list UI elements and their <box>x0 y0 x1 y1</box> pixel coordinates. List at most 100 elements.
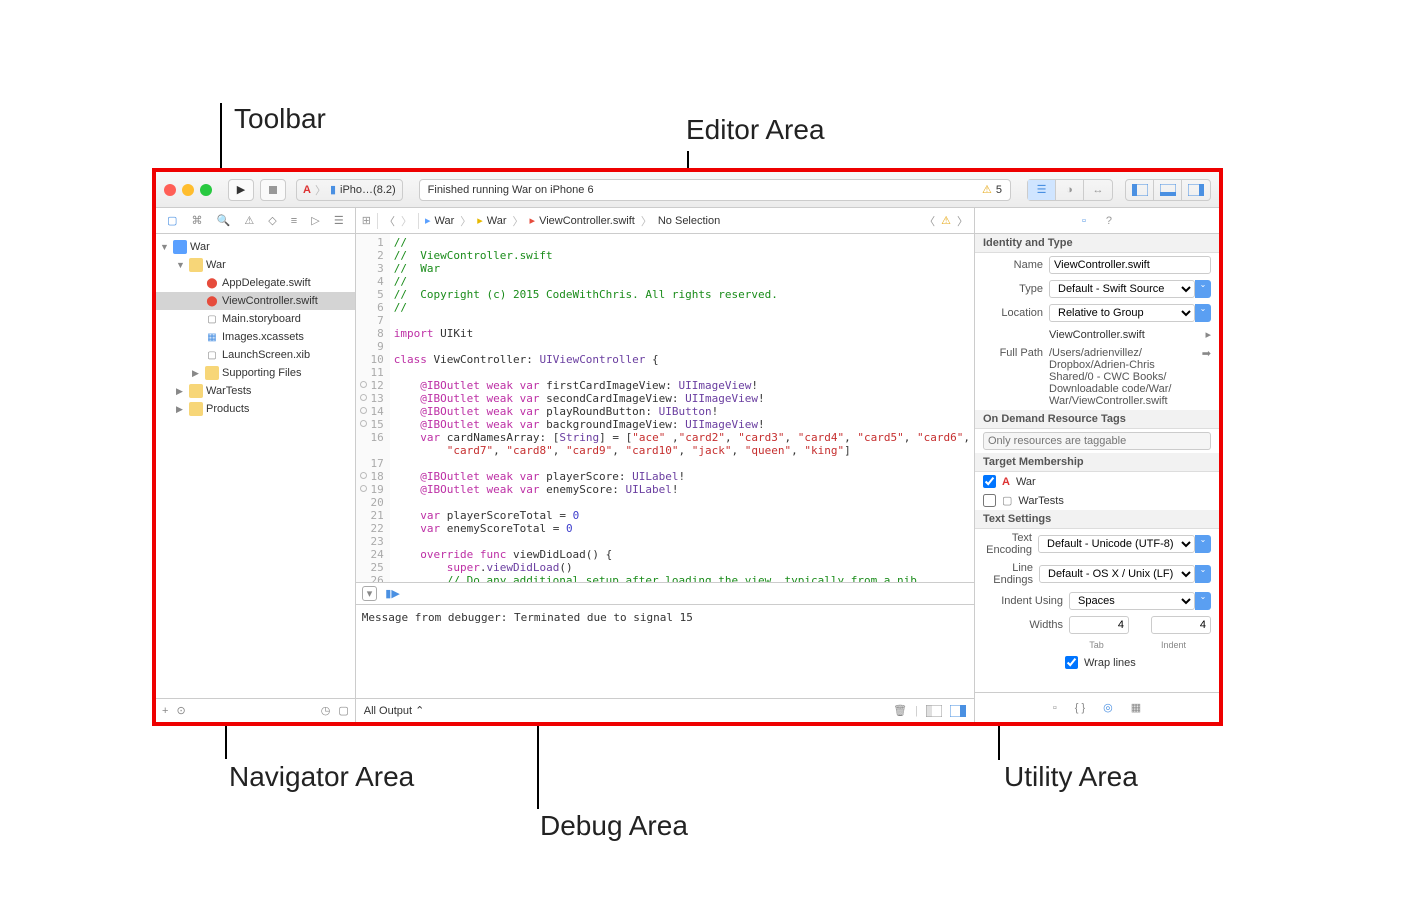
file-inspector-tab[interactable]: ▫ <box>1082 215 1086 227</box>
console-output[interactable]: Message from debugger: Terminated due to… <box>356 605 974 698</box>
debug-toolbar: ▾ ▮▶ <box>356 583 974 605</box>
tree-item[interactable]: ▶Products <box>156 400 355 418</box>
choose-location-icon[interactable]: ▸ <box>1205 328 1211 341</box>
variables-pane-toggle[interactable] <box>926 705 942 717</box>
tab-width-field[interactable] <box>1069 616 1129 634</box>
project-tree[interactable]: ▼War▼War⬤AppDelegate.swift⬤ViewControlle… <box>156 234 355 698</box>
target-wartests-checkbox[interactable] <box>983 494 996 507</box>
editor-area[interactable]: 1234567891011121314151617181920212223242… <box>356 234 974 582</box>
back-button[interactable]: 〈 <box>384 213 395 229</box>
encoding-select[interactable]: Default - Unicode (UTF-8) <box>1038 535 1195 553</box>
tree-item[interactable]: ⬤AppDelegate.swift <box>156 274 355 292</box>
assistant-editor-icon[interactable]: ◑ <box>1056 180 1084 200</box>
xcode-window: ▶ A 〉 ▮ iPho…(8.2) Finished running War … <box>152 168 1223 726</box>
jump-bar[interactable]: ⊞ 〈 〉 ▸ War 〉 ▸ War 〉 ▸ ViewController.s… <box>356 208 974 234</box>
tree-item[interactable]: ▶Supporting Files <box>156 364 355 382</box>
location-select[interactable]: Relative to Group <box>1049 304 1195 322</box>
issue-navigator-tab[interactable]: ⚠ <box>244 214 254 227</box>
target-membership-header: Target Membership <box>975 453 1219 472</box>
name-field[interactable] <box>1049 256 1211 274</box>
toggle-debug-button[interactable] <box>1154 180 1182 200</box>
recent-filter-icon[interactable]: ◷ <box>321 704 331 717</box>
next-issue-button[interactable]: 〉 <box>957 213 968 229</box>
device-icon: ▮ <box>330 183 336 196</box>
breakpoint-navigator-tab[interactable]: ▷ <box>311 214 319 227</box>
indent-using-select[interactable]: Spaces <box>1069 592 1195 610</box>
warning-count[interactable]: 5 <box>996 184 1002 196</box>
console-pane-toggle[interactable] <box>950 705 966 717</box>
library-tabs: ▫ { } ◎ ▦ <box>975 692 1219 722</box>
navigator-tabs: ▢ ⌘ 🔍 ⚠ ◇ ≡ ▷ ☰ <box>156 208 355 234</box>
hide-debug-icon[interactable]: ▾ <box>362 586 378 601</box>
fullscreen-window-button[interactable] <box>200 184 212 196</box>
annotation-navigator: Navigator Area <box>229 761 414 793</box>
scheme-selector[interactable]: A 〉 ▮ iPho…(8.2) <box>296 179 403 201</box>
target-war-checkbox[interactable] <box>983 475 996 488</box>
breadcrumb[interactable]: ▸ War 〉 ▸ War 〉 ▸ ViewController.swift 〉… <box>425 213 720 229</box>
close-window-button[interactable] <box>164 184 176 196</box>
play-icon: ▶ <box>237 183 245 196</box>
toggle-navigator-button[interactable] <box>1126 180 1154 200</box>
project-navigator-tab[interactable]: ▢ <box>167 214 177 227</box>
warning-icon[interactable]: ⚠ <box>982 183 992 196</box>
proj-icon: ▸ <box>425 214 431 227</box>
toggle-utility-button[interactable] <box>1182 180 1210 200</box>
annotation-toolbar: Toolbar <box>234 103 326 135</box>
minimize-window-button[interactable] <box>182 184 194 196</box>
prev-issue-button[interactable]: 〈 <box>924 213 935 229</box>
text-settings-header: Text Settings <box>975 510 1219 529</box>
tree-item[interactable]: ▼War <box>156 256 355 274</box>
tree-item[interactable]: ⬤ViewController.swift <box>156 292 355 310</box>
tree-item[interactable]: ▼War <box>156 238 355 256</box>
full-path: /Users/adrienvillez/ Dropbox/Adrien-Chri… <box>1049 347 1196 407</box>
annotation-debug: Debug Area <box>540 810 688 842</box>
run-button[interactable]: ▶ <box>228 179 254 201</box>
media-library-icon[interactable]: ▦ <box>1131 701 1141 714</box>
toolbar: ▶ A 〉 ▮ iPho…(8.2) Finished running War … <box>156 172 1219 208</box>
clear-console-icon[interactable]: 🗑 <box>893 704 907 717</box>
reveal-path-icon[interactable]: ➡ <box>1202 347 1211 360</box>
line-gutter[interactable]: 1234567891011121314151617181920212223242… <box>356 234 390 582</box>
code-content[interactable]: //// ViewController.swift// War//// Copy… <box>390 234 974 582</box>
line-endings-select[interactable]: Default - OS X / Unix (LF) <box>1039 565 1195 583</box>
editor-mode-selector[interactable]: ☰ ◑ ↔ <box>1027 179 1113 201</box>
version-editor-icon[interactable]: ↔ <box>1084 180 1112 200</box>
tree-item[interactable]: ▶WarTests <box>156 382 355 400</box>
panel-toggles <box>1125 179 1211 201</box>
debug-area: ▾ ▮▶ Message from debugger: Terminated d… <box>356 582 974 722</box>
type-select[interactable]: Default - Swift Source <box>1049 280 1195 298</box>
app-icon: A <box>303 184 311 196</box>
related-items-icon[interactable]: ⊞ <box>362 214 371 227</box>
breakpoint-toggle-icon[interactable]: ▮▶ <box>385 587 400 600</box>
tree-item[interactable]: ▢LaunchScreen.xib <box>156 346 355 364</box>
symbol-navigator-tab[interactable]: ⌘ <box>192 214 203 227</box>
code-snippet-library-icon[interactable]: { } <box>1075 702 1085 714</box>
add-button[interactable]: + <box>162 705 168 717</box>
indent-width-field[interactable] <box>1151 616 1211 634</box>
test-navigator-tab[interactable]: ◇ <box>268 214 276 227</box>
stop-button[interactable] <box>260 179 286 201</box>
test-icon: ▢ <box>1002 494 1012 507</box>
issue-warning-icon[interactable]: ⚠ <box>941 214 951 227</box>
folder-icon: ▸ <box>477 214 483 227</box>
standard-editor-icon[interactable]: ☰ <box>1028 180 1056 200</box>
center-area: ⊞ 〈 〉 ▸ War 〉 ▸ War 〉 ▸ ViewController.s… <box>356 208 974 722</box>
find-navigator-tab[interactable]: 🔍 <box>217 214 231 227</box>
quick-help-tab[interactable]: ? <box>1106 215 1112 227</box>
filter-button[interactable]: ⊙ <box>176 704 185 717</box>
odr-header: On Demand Resource Tags <box>975 410 1219 429</box>
file-template-library-icon[interactable]: ▫ <box>1053 702 1057 714</box>
tree-item[interactable]: ▢Main.storyboard <box>156 310 355 328</box>
debug-navigator-tab[interactable]: ≡ <box>291 215 297 227</box>
status-text: Finished running War on iPhone 6 <box>428 184 594 196</box>
swift-icon: ▸ <box>530 214 536 227</box>
tree-item[interactable]: ▦Images.xcassets <box>156 328 355 346</box>
identity-header: Identity and Type <box>975 234 1219 253</box>
forward-button[interactable]: 〉 <box>401 213 412 229</box>
output-filter[interactable]: All Output ⌃ <box>364 704 425 717</box>
report-navigator-tab[interactable]: ☰ <box>334 214 344 227</box>
navigator-footer: + ⊙ ◷ ▢ <box>156 698 355 722</box>
scm-filter-icon[interactable]: ▢ <box>338 704 348 717</box>
wrap-lines-checkbox[interactable] <box>1065 656 1078 669</box>
object-library-icon[interactable]: ◎ <box>1103 701 1113 714</box>
